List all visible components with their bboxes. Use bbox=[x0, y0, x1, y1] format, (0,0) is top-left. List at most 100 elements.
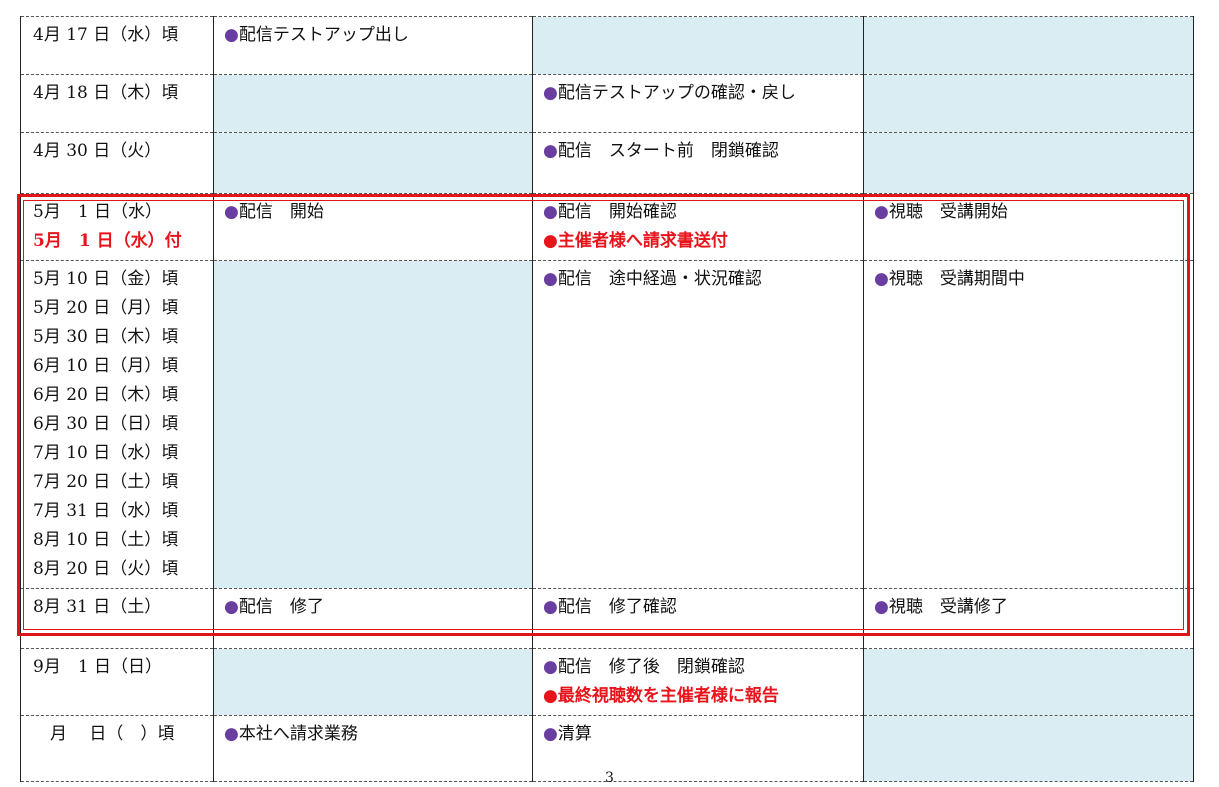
bullet-icon: ● bbox=[543, 202, 558, 222]
date-label: 9月 1 日（日） bbox=[33, 657, 163, 677]
task-label: 清算 bbox=[557, 724, 592, 744]
task-label: 配信 開始 bbox=[238, 202, 324, 222]
task-cell: ●配信 開始確認 ●主催者様へ請求書送付 bbox=[532, 193, 864, 261]
date-cell: 4月 30 日（火） bbox=[20, 132, 214, 194]
bullet-icon: ● bbox=[874, 597, 889, 617]
task-item: ●視聴 受講期間中 bbox=[874, 265, 1183, 294]
task-item: ●配信 スタート前 閉鎖確認 bbox=[543, 137, 853, 166]
task-item: ●視聴 受講開始 bbox=[874, 198, 1183, 227]
date-label: 8月 20 日（火）頃 bbox=[33, 559, 179, 579]
task-item: ●清算 bbox=[543, 720, 853, 749]
task-item: ●配信 開始確認 bbox=[543, 198, 853, 227]
date-label: 6月 30 日（日）頃 bbox=[33, 414, 179, 434]
task-item: ●配信 開始 bbox=[224, 198, 522, 227]
bullet-icon: ● bbox=[543, 597, 558, 617]
task-item: ●配信テストアップの確認・戻し bbox=[543, 79, 853, 108]
date-cell: 5月 1 日（水） 5月 1 日（水）付 bbox=[20, 193, 214, 261]
date-label: 6月 20 日（木）頃 bbox=[33, 385, 179, 405]
page-number: 3 bbox=[605, 770, 614, 786]
task-cell: ●配信テストアップ出し bbox=[213, 16, 533, 75]
schedule-row: 5月 1 日（水） 5月 1 日（水）付 ●配信 開始 ●配信 開始確認 ●主催者様へ請… bbox=[20, 193, 1194, 261]
schedule-row: 5月 10 日（金）頃 5月 20 日（月）頃 5月 30 日（木）頃 6月 10 日… bbox=[20, 260, 1194, 589]
date-label: 4月 17 日（水）頃 bbox=[33, 25, 179, 45]
task-label: 視聴 受講期間中 bbox=[888, 269, 1025, 289]
schedule-row: 4月 18 日（木）頃 ●配信テストアップの確認・戻し bbox=[20, 74, 1194, 133]
task-cell: ●視聴 受講期間中 bbox=[863, 260, 1194, 589]
task-cell: ●配信 開始 bbox=[213, 193, 533, 261]
schedule-row: 4月 30 日（火） ●配信 スタート前 閉鎖確認 bbox=[20, 132, 1194, 194]
task-cell bbox=[213, 132, 533, 194]
task-cell bbox=[213, 260, 533, 589]
bullet-icon: ● bbox=[543, 657, 558, 677]
task-cell bbox=[213, 648, 533, 716]
date-label: 7月 20 日（土）頃 bbox=[33, 472, 179, 492]
date-cell: 4月 18 日（木）頃 bbox=[20, 74, 214, 133]
schedule-table-body: 4月 17 日（水）頃 ●配信テストアップ出し 4月 18 日（木）頃 ●配信テストア… bbox=[20, 16, 1194, 782]
date-label: 7月 10 日（水）頃 bbox=[33, 443, 179, 463]
date-label: 7月 31 日（水）頃 bbox=[33, 501, 179, 521]
task-label: 配信 修了後 閉鎖確認 bbox=[557, 657, 745, 677]
date-label: 月 日（ ）頃 bbox=[33, 724, 175, 744]
date-label: 6月 10 日（月）頃 bbox=[33, 356, 179, 376]
task-cell: ●配信テストアップの確認・戻し bbox=[532, 74, 864, 133]
task-cell: ●配信 スタート前 閉鎖確認 bbox=[532, 132, 864, 194]
task-item: ●配信 修了 bbox=[224, 593, 522, 622]
task-cell: ●配信 途中経過・状況確認 bbox=[532, 260, 864, 589]
task-item: ●本社へ請求業務 bbox=[224, 720, 522, 749]
date-cell: 5月 10 日（金）頃 5月 20 日（月）頃 5月 30 日（木）頃 6月 10 日… bbox=[20, 260, 214, 589]
task-label: 配信テストアップ出し bbox=[238, 25, 409, 45]
task-item: ●配信テストアップ出し bbox=[224, 21, 522, 50]
task-cell bbox=[532, 16, 864, 75]
date-cell: 4月 17 日（水）頃 bbox=[20, 16, 214, 75]
task-label: 配信 修了確認 bbox=[557, 597, 677, 617]
date-label: 4月 18 日（木）頃 bbox=[33, 83, 179, 103]
task-item: ●視聴 受講修了 bbox=[874, 593, 1183, 622]
bullet-icon: ● bbox=[543, 141, 558, 161]
task-cell: ●視聴 受講修了 bbox=[863, 588, 1194, 649]
bullet-icon: ● bbox=[543, 83, 558, 103]
bullet-icon: ● bbox=[874, 269, 889, 289]
task-label: 配信テストアップの確認・戻し bbox=[557, 83, 796, 103]
task-item: ●配信 途中経過・状況確認 bbox=[543, 265, 853, 294]
task-label: 主催者様へ請求書送付 bbox=[557, 231, 728, 251]
date-label: 4月 30 日（火） bbox=[33, 141, 162, 161]
bullet-icon: ● bbox=[224, 724, 239, 744]
bullet-icon: ● bbox=[874, 202, 889, 222]
date-label: 5月 30 日（木）頃 bbox=[33, 327, 179, 347]
task-label: 配信 途中経過・状況確認 bbox=[557, 269, 762, 289]
task-cell bbox=[863, 648, 1194, 716]
task-cell: ●視聴 受講開始 bbox=[863, 193, 1194, 261]
date-label: 5月 10 日（金）頃 bbox=[33, 269, 179, 289]
task-label: 配信 スタート前 閉鎖確認 bbox=[557, 141, 779, 161]
schedule-row: 4月 17 日（水）頃 ●配信テストアップ出し bbox=[20, 16, 1194, 75]
task-label: 視聴 受講開始 bbox=[888, 202, 1008, 222]
bullet-icon: ● bbox=[543, 231, 558, 251]
date-label: 5月 20 日（月）頃 bbox=[33, 298, 179, 318]
schedule-row: 8月 31 日（土） ●配信 修了 ●配信 修了確認 ●視聴 受講修了 bbox=[20, 588, 1194, 649]
task-cell bbox=[213, 74, 533, 133]
bullet-icon: ● bbox=[224, 25, 239, 45]
date-label: 5月 1 日（水） bbox=[33, 202, 163, 222]
task-label: 視聴 受講修了 bbox=[888, 597, 1008, 617]
task-cell bbox=[863, 74, 1194, 133]
schedule-table: 4月 17 日（水）頃 ●配信テストアップ出し 4月 18 日（木）頃 ●配信テストア… bbox=[20, 16, 1194, 782]
date-label: 8月 10 日（土）頃 bbox=[33, 530, 179, 550]
bullet-icon: ● bbox=[543, 724, 558, 744]
task-cell: ●配信 修了後 閉鎖確認 ●最終視聴数を主催者様に報告 bbox=[532, 648, 864, 716]
date-cell: 8月 31 日（土） bbox=[20, 588, 214, 649]
bullet-icon: ● bbox=[224, 202, 239, 222]
task-label: 最終視聴数を主催者様に報告 bbox=[557, 686, 779, 706]
date-label: 8月 31 日（土） bbox=[33, 597, 162, 617]
task-cell bbox=[863, 132, 1194, 194]
bullet-icon: ● bbox=[543, 686, 558, 706]
task-item: ●配信 修了後 閉鎖確認 bbox=[543, 653, 853, 682]
task-cell bbox=[863, 16, 1194, 75]
date-cell: 9月 1 日（日） bbox=[20, 648, 214, 716]
task-item: ●配信 修了確認 bbox=[543, 593, 853, 622]
schedule-row: 9月 1 日（日） ●配信 修了後 閉鎖確認 ●最終視聴数を主催者様に報告 bbox=[20, 648, 1194, 716]
bullet-icon: ● bbox=[224, 597, 239, 617]
task-cell: ●配信 修了確認 bbox=[532, 588, 864, 649]
task-item: ●主催者様へ請求書送付 bbox=[543, 227, 853, 256]
task-label: 本社へ請求業務 bbox=[238, 724, 358, 744]
task-cell: ●配信 修了 bbox=[213, 588, 533, 649]
